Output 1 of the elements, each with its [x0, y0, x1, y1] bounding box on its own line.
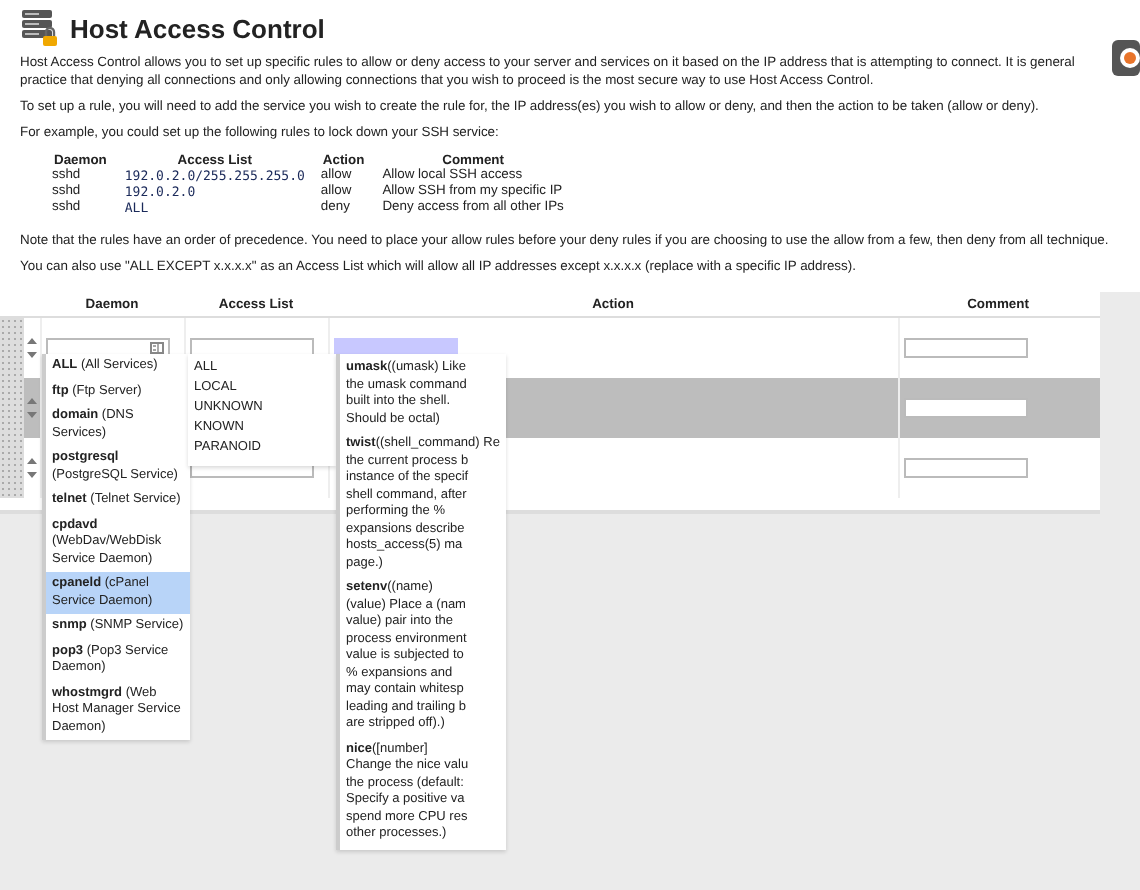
- page-title: Host Access Control: [70, 13, 325, 43]
